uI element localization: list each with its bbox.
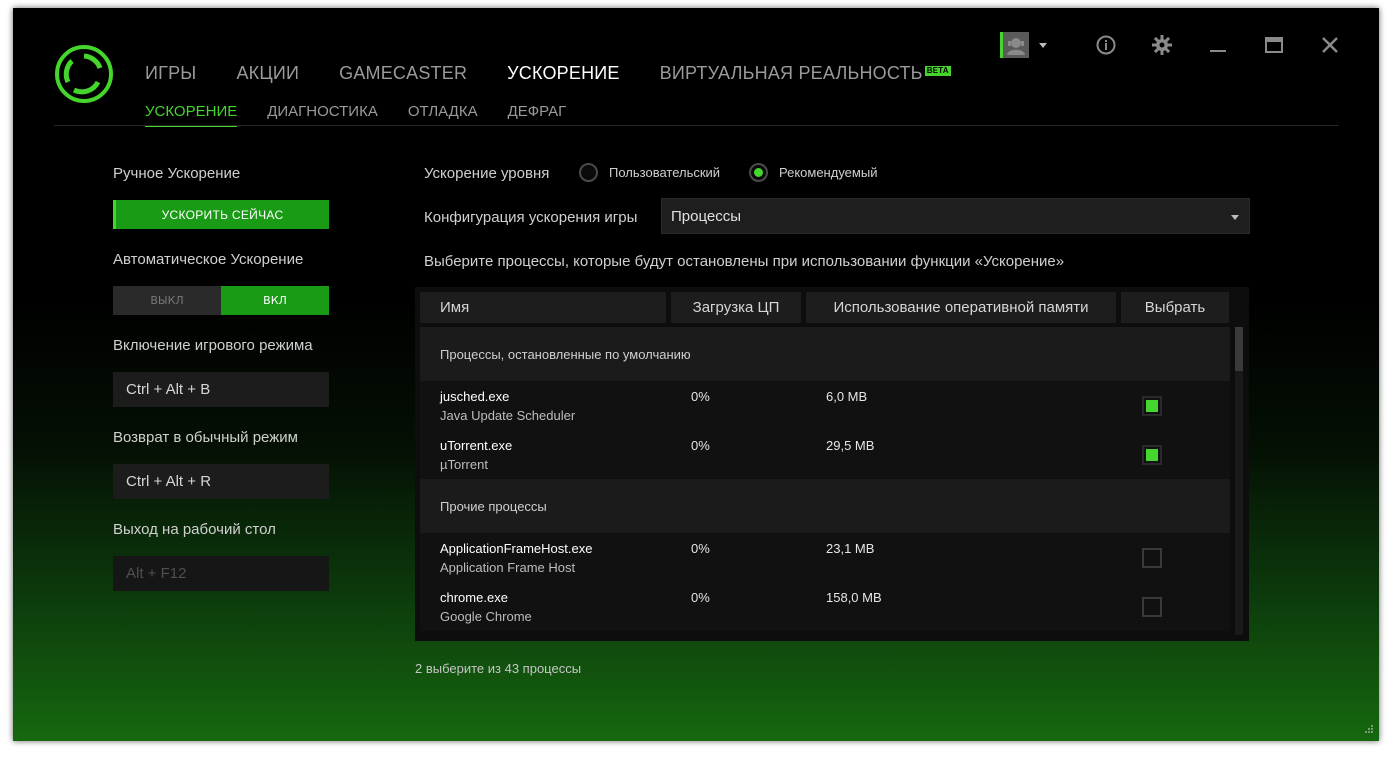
subtab-defrag[interactable]: ДЕФРАГ <box>508 103 567 127</box>
maximize-icon[interactable] <box>1261 32 1287 58</box>
config-label: Конфигурация ускорения игры <box>424 209 638 226</box>
chevron-down-icon <box>1231 215 1239 220</box>
process-description: Application Frame Host <box>440 560 576 575</box>
boost-now-button[interactable]: УСКОРИТЬ СЕЙЧАС <box>113 200 329 229</box>
toggle-on[interactable]: ВКЛ <box>221 286 329 315</box>
process-cpu: 0% <box>691 438 710 453</box>
app-window: ИГРЫ АКЦИИ GAMECASTER УСКОРЕНИЕ ВИРТУАЛЬ… <box>13 8 1379 741</box>
normal-mode-label: Возврат в обычный режим <box>113 429 298 446</box>
account-menu[interactable] <box>1000 32 1047 58</box>
razer-cortex-logo <box>55 45 113 103</box>
process-cpu: 0% <box>691 389 710 404</box>
process-checkbox[interactable] <box>1142 597 1162 617</box>
toggle-off[interactable]: ВЫКЛ <box>113 286 221 315</box>
boost-level-label: Ускорение уровня <box>424 165 550 182</box>
desktop-label: Выход на рабочий стол <box>113 521 276 538</box>
tab-games[interactable]: ИГРЫ <box>145 63 196 87</box>
game-mode-label: Включение игрового режима <box>113 337 313 354</box>
group-header-other: Прочие процессы <box>420 479 1230 533</box>
radio-custom-label[interactable]: Пользовательский <box>609 165 720 180</box>
avatar[interactable] <box>1000 32 1029 58</box>
radio-custom[interactable] <box>579 163 598 182</box>
tab-deals[interactable]: АКЦИИ <box>236 63 299 87</box>
normal-mode-hotkey-field[interactable]: Ctrl + Alt + R <box>113 464 329 499</box>
subtab-debug[interactable]: ОТЛАДКА <box>408 103 478 127</box>
process-memory: 6,0 MB <box>826 389 868 404</box>
group-header-default: Процессы, остановленные по умолчанию <box>420 327 1230 381</box>
radio-recommended[interactable] <box>749 163 768 182</box>
tab-gamecaster[interactable]: GAMECASTER <box>339 63 467 87</box>
selection-summary: 2 выберите из 43 процессы <box>415 661 582 676</box>
table-scrollbar[interactable] <box>1235 327 1243 635</box>
column-memory[interactable]: Использование оперативной памяти <box>806 292 1116 323</box>
process-name: uTorrent.exe <box>440 438 513 453</box>
subtab-boost[interactable]: УСКОРЕНИЕ <box>145 103 238 127</box>
process-name: ApplicationFrameHost.exe <box>440 541 593 556</box>
scrollbar-thumb[interactable] <box>1235 327 1243 371</box>
table-row[interactable]: ApplicationFrameHost.exe Application Fra… <box>420 533 1230 582</box>
config-select[interactable]: Процессы <box>661 198 1250 234</box>
table-row[interactable]: jusched.exe Java Update Scheduler 0% 6,0… <box>420 381 1230 430</box>
process-description: µTorrent <box>440 457 488 472</box>
table-body: Процессы, остановленные по умолчанию jus… <box>420 327 1230 641</box>
game-mode-hotkey-field[interactable]: Ctrl + Alt + B <box>113 372 329 407</box>
column-select[interactable]: Выбрать <box>1121 292 1229 323</box>
process-memory: 23,1 MB <box>826 541 875 556</box>
tab-boost[interactable]: УСКОРЕНИЕ <box>507 63 619 87</box>
process-cpu: 0% <box>691 541 710 556</box>
desktop-hotkey-field[interactable]: Alt + F12 <box>113 556 329 591</box>
auto-boost-toggle[interactable]: ВЫКЛ ВКЛ <box>113 286 329 315</box>
close-icon[interactable] <box>1317 32 1343 58</box>
process-table: Имя Загрузка ЦП Использование оперативно… <box>415 287 1249 641</box>
radio-recommended-label[interactable]: Рекомендуемый <box>779 165 877 180</box>
gear-icon[interactable] <box>1149 32 1175 58</box>
process-checkbox[interactable] <box>1142 445 1162 465</box>
process-name: jusched.exe <box>440 389 510 404</box>
process-cpu: 0% <box>691 590 710 605</box>
sub-nav: УСКОРЕНИЕ ДИАГНОСТИКА ОТЛАДКА ДЕФРАГ <box>145 103 596 127</box>
process-description: Google Chrome <box>440 609 532 624</box>
table-row[interactable]: uTorrent.exe µTorrent 0% 29,5 MB <box>420 430 1230 479</box>
subtab-diagnostics[interactable]: ДИАГНОСТИКА <box>267 103 378 127</box>
process-description: Java Update Scheduler <box>440 408 576 423</box>
main-nav: ИГРЫ АКЦИИ GAMECASTER УСКОРЕНИЕ ВИРТУАЛЬ… <box>145 63 991 87</box>
process-checkbox[interactable] <box>1142 396 1162 416</box>
process-memory: 158,0 MB <box>826 590 882 605</box>
minimize-icon[interactable] <box>1205 32 1231 58</box>
column-name[interactable]: Имя <box>420 292 666 323</box>
table-header: Имя Загрузка ЦП Использование оперативно… <box>420 292 1234 323</box>
info-icon[interactable] <box>1093 32 1119 58</box>
tab-vr-label: ВИРТУАЛЬНАЯ РЕАЛЬНОСТЬ <box>659 63 923 83</box>
instruction-text: Выберите процессы, которые будут останов… <box>424 253 1065 270</box>
resize-grip-icon[interactable] <box>1362 724 1374 736</box>
beta-badge: BETA <box>924 66 951 76</box>
avatar-icon <box>1003 32 1029 58</box>
auto-boost-label: Автоматическое Ускорение <box>113 251 304 268</box>
config-select-value: Процессы <box>671 207 742 225</box>
table-row[interactable]: chrome.exe Google Chrome 0% 158,0 MB <box>420 582 1230 631</box>
process-memory: 29,5 MB <box>826 438 875 453</box>
process-checkbox[interactable] <box>1142 548 1162 568</box>
nav-divider <box>54 125 1339 126</box>
chevron-down-icon[interactable] <box>1039 42 1047 48</box>
tab-vr[interactable]: ВИРТУАЛЬНАЯ РЕАЛЬНОСТЬ BETA <box>660 63 951 87</box>
column-cpu[interactable]: Загрузка ЦП <box>671 292 801 323</box>
process-name: chrome.exe <box>440 590 508 605</box>
manual-boost-label: Ручное Ускорение <box>113 165 241 182</box>
